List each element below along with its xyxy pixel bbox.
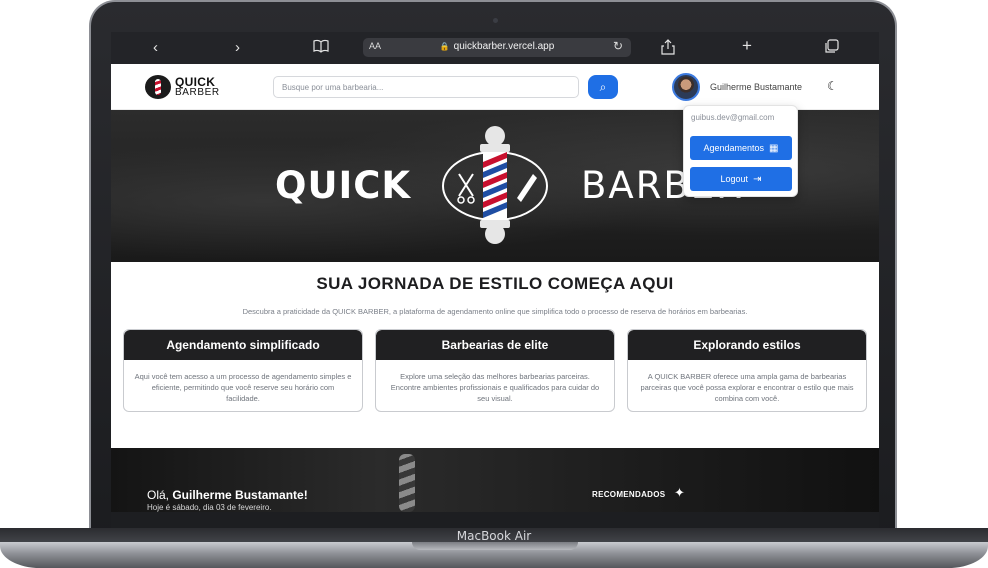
search-icon: ⌕ (599, 79, 607, 94)
feature-card: Barbearias de elite Explore uma seleção … (375, 329, 615, 412)
logout-button[interactable]: Logout ⇥ (690, 167, 792, 191)
page-title: SUA JORNADA DE ESTILO COMEÇA AQUI (316, 274, 674, 293)
feature-card: Agendamento simplificado Aqui você tem a… (123, 329, 363, 412)
camera-icon (493, 18, 498, 23)
share-svg (661, 39, 675, 55)
feature-card-title: Agendamento simplificado (124, 330, 362, 360)
main-content: SUA JORNADA DE ESTILO COMEÇA AQUI Descub… (111, 262, 879, 448)
search-input[interactable] (273, 76, 579, 98)
lock-icon: 🔒 (439, 42, 450, 51)
sparkle-icon: ✦ (674, 485, 685, 500)
logout-label: Logout (720, 174, 749, 184)
tabs-svg (825, 39, 839, 53)
barber-pole-icon (145, 75, 171, 99)
logo-barber-text: BARBER (175, 87, 220, 98)
tabs-icon[interactable] (825, 39, 839, 58)
moon-icon[interactable]: ☾ (827, 79, 838, 93)
url-text: quickbarber.vercel.app (453, 41, 555, 52)
feature-card: Explorando estilos A QUICK BARBER oferec… (627, 329, 867, 412)
barber-pole-emblem-icon (442, 126, 548, 244)
hero-quick-text: QUICK (275, 164, 412, 207)
site-header: QUICK BARBER ⌕ Guilherme Bustamante ☾ (111, 64, 879, 110)
share-icon[interactable] (661, 39, 675, 60)
browser-toolbar: ‹ › AA 🔒 quickbarber.vercel.app ↻ + (111, 32, 879, 64)
user-dropdown: guibus.dev@gmail.com Agendamentos ▦ Logo… (683, 105, 798, 197)
greeting-prefix: Olá, (147, 488, 173, 502)
thumb-notch (412, 542, 578, 550)
chevron-left-icon[interactable]: ‹ (153, 39, 158, 57)
calendar-icon: ▦ (769, 142, 779, 154)
welcome-section: Olá, Guilherme Bustamante! Hoje é sábado… (111, 448, 879, 512)
barber-pole-image (399, 454, 415, 512)
page-subtitle: Descubra a praticidade da QUICK BARBER, … (242, 307, 748, 316)
bookings-button[interactable]: Agendamentos ▦ (690, 136, 792, 160)
feature-card-text: A QUICK BARBER oferece uma ampla gama de… (640, 372, 854, 403)
feature-card-text: Explore uma seleção das melhores barbear… (390, 372, 600, 403)
recommended-heading: RECOMENDADOS (592, 490, 666, 499)
feature-card-title: Barbearias de elite (376, 330, 614, 360)
feature-card-text: Aqui você tem acesso a um processo de ag… (134, 372, 352, 403)
user-name[interactable]: Guilherme Bustamante (710, 82, 802, 92)
greeting: Olá, Guilherme Bustamante! (147, 488, 308, 502)
reader-svg (313, 39, 329, 53)
bezel-bottom (111, 512, 879, 528)
user-email: guibus.dev@gmail.com (691, 113, 775, 122)
chevron-right-icon[interactable]: › (235, 39, 240, 57)
model-label: MacBook Air (456, 529, 532, 543)
bookings-label: Agendamentos (703, 143, 765, 153)
address-bar[interactable]: AA 🔒 quickbarber.vercel.app ↻ (363, 38, 631, 57)
search-button[interactable]: ⌕ (588, 75, 618, 99)
logo[interactable]: QUICK BARBER (145, 74, 225, 100)
logout-icon: ⇥ (753, 173, 762, 185)
screen: ‹ › AA 🔒 quickbarber.vercel.app ↻ + QUICK… (111, 32, 879, 512)
feature-card-title: Explorando estilos (628, 330, 866, 360)
reload-icon[interactable]: ↻ (613, 39, 623, 53)
book-icon[interactable] (313, 39, 329, 58)
avatar[interactable] (672, 73, 700, 101)
date-text: Hoje é sábado, dia 03 de fevereiro. (147, 503, 272, 512)
greeting-name: Guilherme Bustamante! (172, 488, 308, 502)
url-display: 🔒 quickbarber.vercel.app (363, 41, 631, 52)
plus-icon[interactable]: + (742, 37, 752, 55)
